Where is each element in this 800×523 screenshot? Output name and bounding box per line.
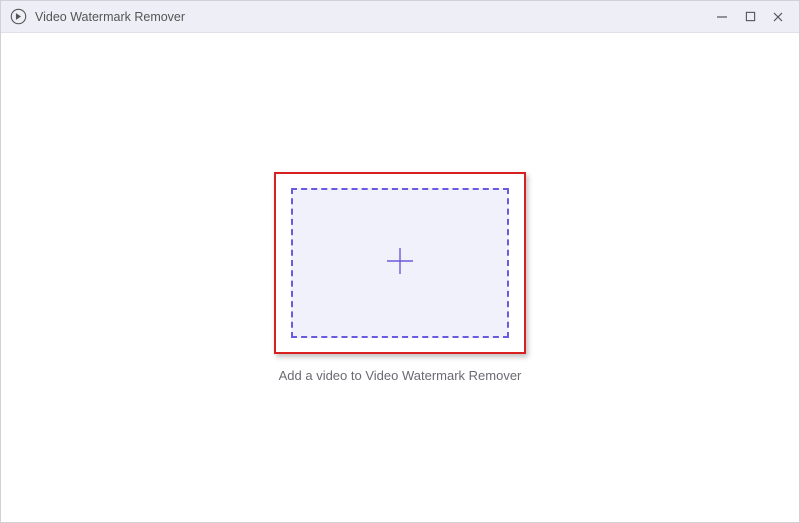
app-window: Video Watermark Remover bbox=[0, 0, 800, 523]
titlebar: Video Watermark Remover bbox=[1, 1, 799, 33]
minimize-icon bbox=[716, 11, 728, 23]
window-controls bbox=[715, 10, 791, 24]
add-video-dropzone[interactable] bbox=[274, 172, 526, 354]
app-logo-icon bbox=[9, 8, 27, 26]
maximize-icon bbox=[745, 11, 756, 22]
dropzone-caption: Add a video to Video Watermark Remover bbox=[279, 368, 522, 383]
plus-icon bbox=[385, 246, 415, 281]
main-content: Add a video to Video Watermark Remover bbox=[1, 33, 799, 522]
minimize-button[interactable] bbox=[715, 10, 729, 24]
dropzone-dashed-area bbox=[291, 188, 509, 338]
maximize-button[interactable] bbox=[743, 10, 757, 24]
close-icon bbox=[772, 11, 784, 23]
close-button[interactable] bbox=[771, 10, 785, 24]
app-title: Video Watermark Remover bbox=[35, 10, 715, 24]
